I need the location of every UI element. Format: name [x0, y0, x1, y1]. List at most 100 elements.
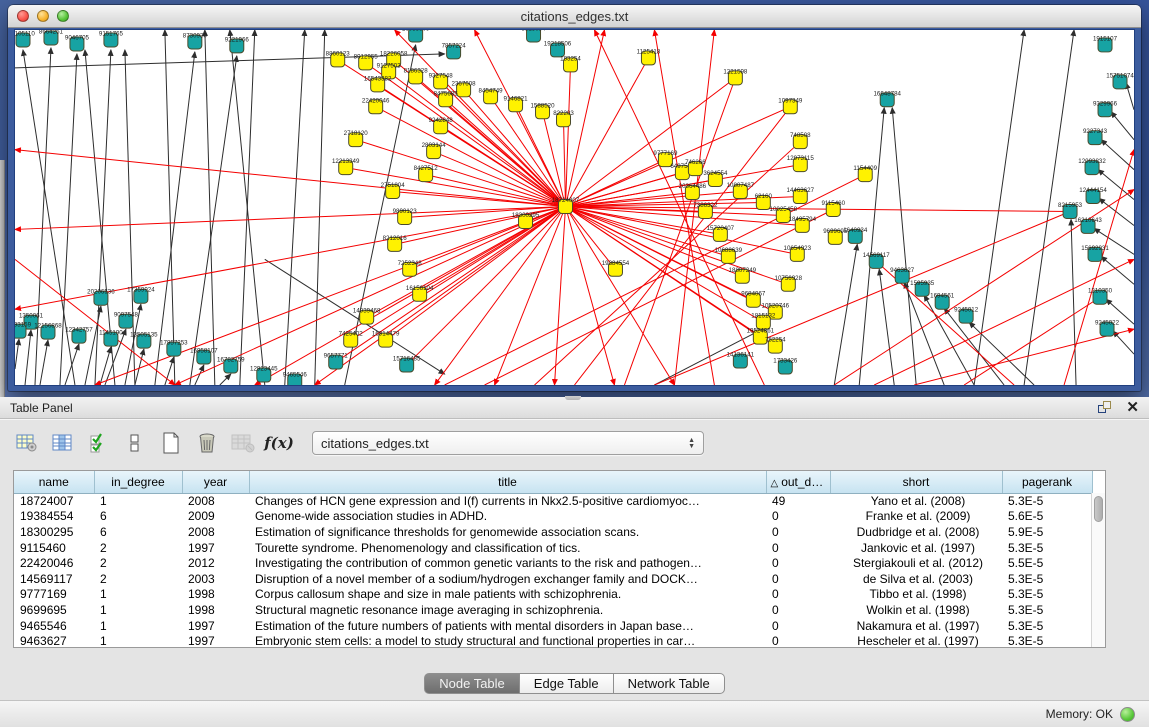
network-node[interactable]: 19384554: [602, 260, 630, 276]
table-cell[interactable]: 18300295: [14, 524, 94, 540]
network-node[interactable]: 8813054: [522, 30, 547, 42]
table-cell[interactable]: 9115460: [14, 540, 94, 556]
table-row[interactable]: 946554611997Estimation of the future num…: [14, 618, 1092, 634]
table-cell[interactable]: 19384554: [14, 509, 94, 525]
network-node[interactable]: 8427512: [414, 165, 439, 181]
table-cell[interactable]: 14569117: [14, 571, 94, 587]
network-node[interactable]: 12213349: [332, 158, 360, 174]
network-node[interactable]: 15716485: [393, 356, 421, 372]
table-cell[interactable]: Wolkin et al. (1998): [830, 602, 1002, 618]
table-cell[interactable]: 5.3E-5: [1002, 602, 1092, 618]
black-edge[interactable]: [859, 108, 884, 385]
column-header-name[interactable]: name: [14, 471, 94, 493]
table-cell[interactable]: 0: [766, 540, 830, 556]
table-row[interactable]: 1456911722003Disruption of a novel membe…: [14, 571, 1092, 587]
table-cell[interactable]: 2009: [182, 509, 249, 525]
table-cell[interactable]: de Silva et al. (2003): [830, 571, 1002, 587]
black-edge[interactable]: [879, 269, 894, 385]
table-cell[interactable]: 2012: [182, 555, 249, 571]
network-node[interactable]: 16914479: [372, 331, 400, 347]
table-cell[interactable]: Dudbridge et al. (2008): [830, 524, 1002, 540]
black-edge[interactable]: [1098, 170, 1134, 200]
table-cell[interactable]: 49: [766, 493, 830, 509]
network-node[interactable]: 752254: [765, 337, 786, 353]
network-graph[interactable]: 9105110866425190467059151765873093092219…: [15, 30, 1134, 385]
table-mode-icon[interactable]: [14, 430, 40, 456]
black-edge[interactable]: [85, 306, 101, 385]
table-cell[interactable]: 22420046: [14, 555, 94, 571]
tab-node-table[interactable]: Node Table: [424, 673, 520, 694]
network-node[interactable]: 10654923: [784, 245, 812, 261]
network-node[interactable]: 1125418: [637, 48, 661, 64]
network-node[interactable]: 17359924: [127, 287, 155, 303]
table-cell[interactable]: 1998: [182, 587, 249, 603]
table-cell[interactable]: 0: [766, 509, 830, 525]
black-edge[interactable]: [1111, 112, 1134, 140]
network-node[interactable]: 18807249: [729, 267, 757, 283]
network-node[interactable]: 1694561: [930, 293, 955, 309]
table-row[interactable]: 946362711997Embryonic stem cells: a mode…: [14, 633, 1092, 649]
table-cell[interactable]: 1997: [182, 540, 249, 556]
network-node[interactable]: 1393159: [15, 322, 32, 338]
table-cell[interactable]: Estimation of the future numbers of pati…: [249, 618, 766, 634]
table-row[interactable]: 977716911998Corpus callosum shape and si…: [14, 587, 1092, 603]
table-cell[interactable]: 0: [766, 618, 830, 634]
network-node[interactable]: 1588520: [531, 102, 556, 118]
table-cell[interactable]: 5.3E-5: [1002, 493, 1092, 509]
network-node[interactable]: 9329966: [1093, 100, 1118, 116]
table-cell[interactable]: 5.5E-5: [1002, 555, 1092, 571]
red-edge[interactable]: [336, 207, 566, 363]
black-edge[interactable]: [165, 30, 175, 385]
table-cell[interactable]: Tibbo et al. (1998): [830, 587, 1002, 603]
table-cell[interactable]: Embryonic stem cells: a model to study s…: [249, 633, 766, 649]
network-node[interactable]: 14463627: [787, 187, 815, 203]
black-edge[interactable]: [1101, 256, 1134, 284]
table-cell[interactable]: 0: [766, 555, 830, 571]
black-edge[interactable]: [205, 30, 215, 385]
table-cell[interactable]: 9463627: [14, 633, 94, 649]
table-cell[interactable]: Nakamura et al. (1997): [830, 618, 1002, 634]
table-cell[interactable]: 2008: [182, 493, 249, 509]
network-node[interactable]: 8730930: [183, 32, 208, 48]
network-node[interactable]: 1221598: [723, 68, 748, 84]
table-cell[interactable]: Disruption of a novel member of a sodium…: [249, 571, 766, 587]
black-edge[interactable]: [155, 52, 195, 385]
network-node[interactable]: 9221966: [225, 36, 250, 52]
table-cell[interactable]: 2008: [182, 524, 249, 540]
float-panel-icon[interactable]: [1098, 401, 1114, 415]
network-node[interactable]: 8860123: [326, 50, 351, 66]
table-cell[interactable]: 5.3E-5: [1002, 618, 1092, 634]
table-cell[interactable]: 1: [94, 618, 182, 634]
network-node[interactable]: 14569117: [863, 252, 891, 268]
table-cell[interactable]: 1: [94, 493, 182, 509]
red-edge[interactable]: [535, 142, 801, 385]
column-header-title[interactable]: title: [249, 471, 766, 493]
column-header-short[interactable]: short: [830, 471, 1002, 493]
network-node[interactable]: 7386322: [693, 202, 718, 218]
black-edge[interactable]: [25, 330, 31, 385]
network-node[interactable]: 16648784: [873, 90, 901, 106]
network-node[interactable]: 15692931: [1081, 245, 1109, 261]
scrollbar-thumb[interactable]: [1094, 496, 1103, 522]
column-header-year[interactable]: year: [182, 471, 249, 493]
table-cell[interactable]: Changes of HCN gene expression and I(f) …: [249, 493, 766, 509]
table-cell[interactable]: Tourette syndrome. Phenomenology and cla…: [249, 540, 766, 556]
new-column-icon[interactable]: [158, 430, 184, 456]
table-cell[interactable]: 0: [766, 524, 830, 540]
network-node[interactable]: 10688639: [715, 247, 743, 263]
network-node[interactable]: 9699695: [823, 228, 848, 244]
network-node[interactable]: 8454749: [479, 87, 504, 103]
table-cell[interactable]: 9699695: [14, 602, 94, 618]
table-cell[interactable]: 6: [94, 509, 182, 525]
network-node[interactable]: 1145190: [99, 330, 123, 346]
close-panel-icon[interactable]: ✕: [1126, 401, 1139, 415]
table-cell[interactable]: 1: [94, 602, 182, 618]
red-edge[interactable]: [434, 152, 566, 207]
table-cell[interactable]: Jankovic et al. (1997): [830, 540, 1002, 556]
network-node[interactable]: 1733426: [773, 358, 798, 374]
zoom-window-button[interactable]: [57, 10, 69, 22]
table-cell[interactable]: 1: [94, 633, 182, 649]
network-node[interactable]: 12973115: [787, 155, 815, 171]
network-node[interactable]: 12156868: [34, 323, 62, 339]
table-vertical-scrollbar[interactable]: [1091, 493, 1105, 647]
